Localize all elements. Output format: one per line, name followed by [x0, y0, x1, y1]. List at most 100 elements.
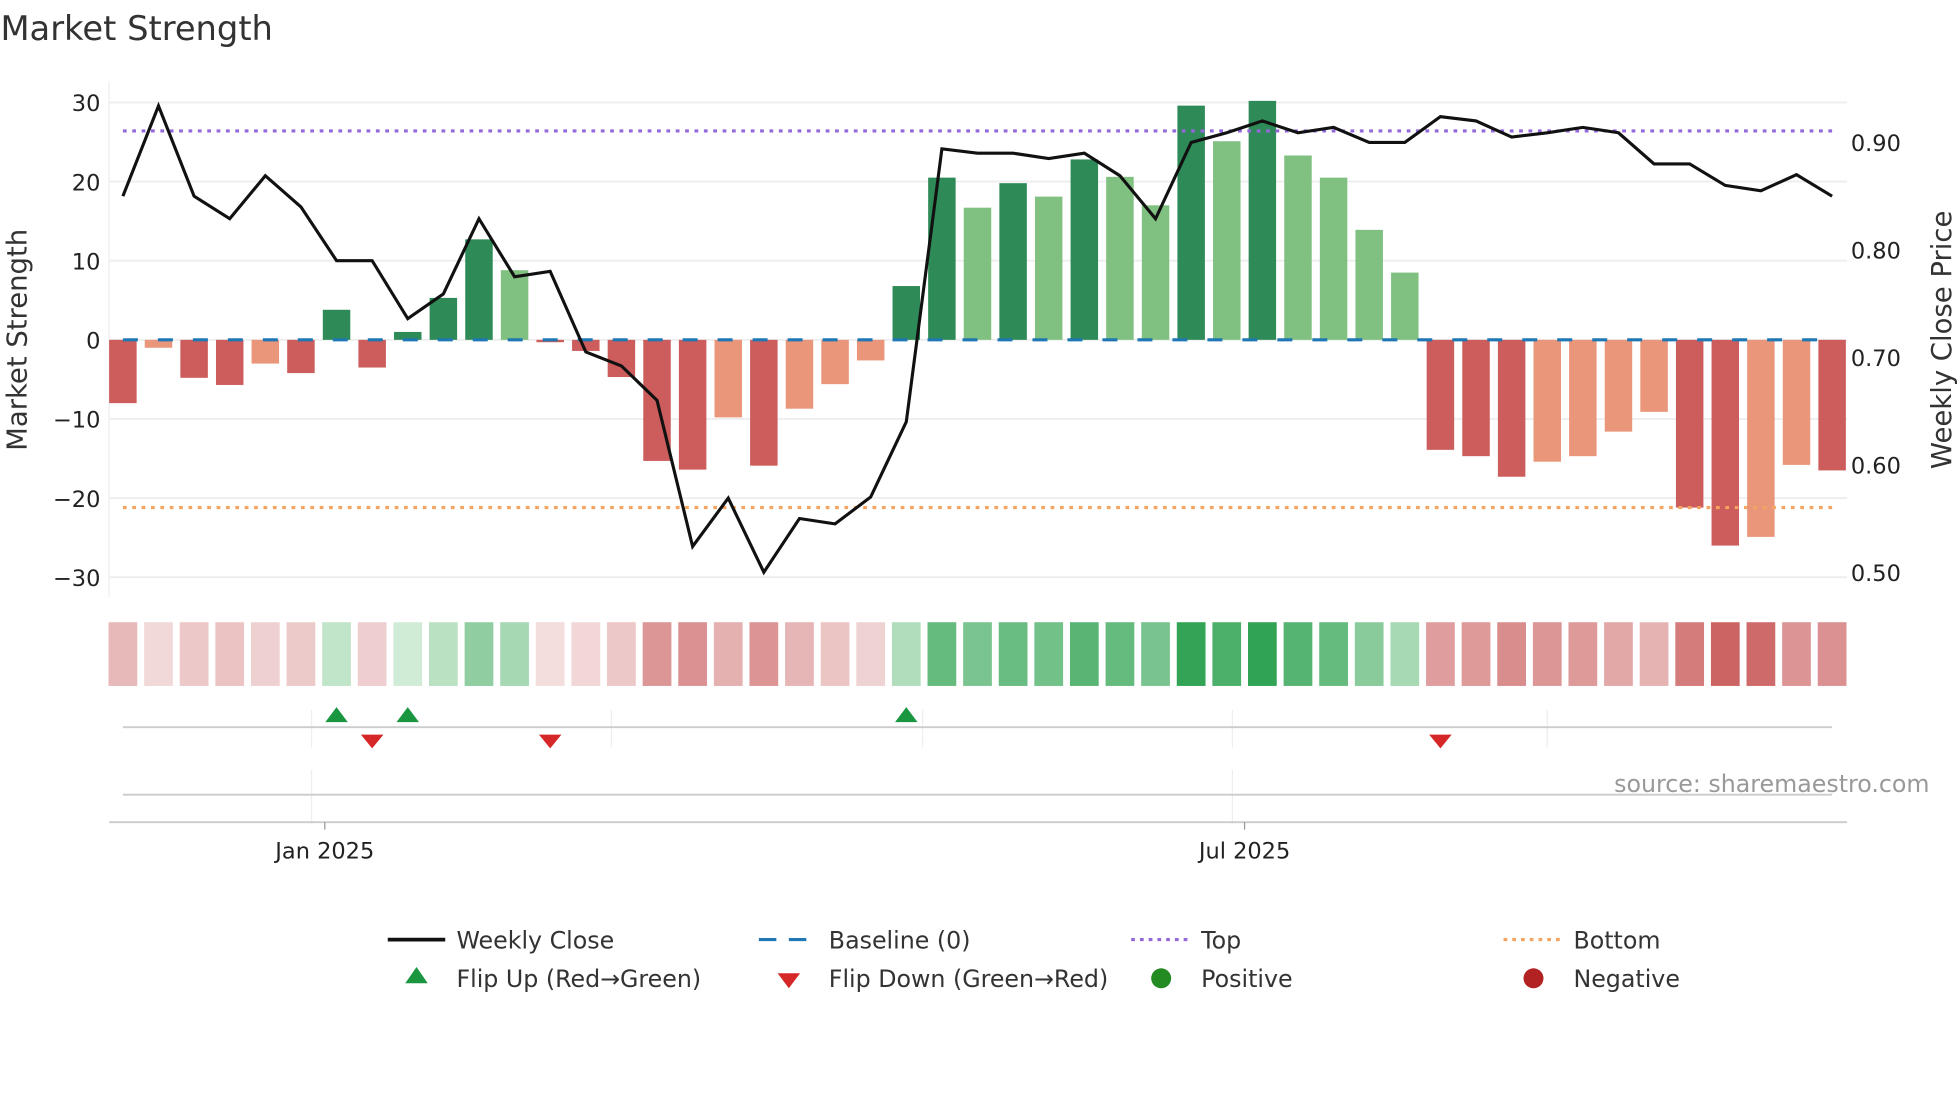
strength-bar	[1604, 339, 1633, 432]
heat-cell	[108, 622, 138, 686]
heat-cell	[1069, 622, 1099, 686]
strength-bar	[678, 339, 707, 470]
strength-bar	[1640, 339, 1668, 412]
heat-cell	[464, 622, 494, 686]
strength-bar	[1106, 176, 1134, 340]
strength-bar	[1711, 339, 1740, 546]
heat-cell	[927, 622, 957, 686]
heat-cell	[429, 622, 458, 686]
heat-cell	[1710, 622, 1740, 686]
legend-flip-up: Flip Up (Red→Green)	[456, 965, 701, 993]
legend-negative-icon	[1523, 968, 1544, 989]
heat-cell	[1390, 622, 1420, 686]
heat-cell	[820, 622, 850, 686]
x-tick-label: Jan 2025	[273, 838, 374, 864]
strength-bar	[999, 183, 1027, 340]
y2-tick-label: 0.80	[1851, 239, 1901, 265]
strength-bar	[251, 339, 280, 364]
legend-weekly-close: Weekly Close	[456, 926, 614, 954]
y-tick-label: 0	[86, 329, 100, 355]
strength-bar	[1497, 339, 1526, 477]
strength-bar	[109, 339, 137, 404]
strength-bar	[1070, 159, 1099, 340]
heat-cell	[571, 622, 601, 686]
heat-cell	[785, 622, 814, 686]
y-tick-label: −10	[53, 408, 100, 434]
strength-bar	[1569, 339, 1597, 457]
strength-bar	[1533, 339, 1561, 462]
strength-bar	[785, 339, 814, 409]
strength-bar	[1141, 205, 1170, 340]
heat-cell	[1034, 622, 1064, 686]
strength-bar	[1818, 339, 1846, 471]
legend-bottom: Bottom	[1573, 926, 1660, 954]
strength-bar	[322, 309, 351, 340]
y-tick-label: 30	[72, 91, 101, 117]
y2-tick-label: 0.50	[1851, 561, 1901, 587]
heat-cell	[1817, 622, 1847, 686]
strength-bar	[429, 297, 458, 340]
flip-up-marker	[325, 707, 348, 723]
legend-negative: Negative	[1573, 965, 1679, 993]
heat-cell	[322, 622, 351, 686]
heat-cell	[1497, 622, 1527, 686]
heat-cell	[1176, 622, 1206, 686]
strength-bar	[180, 339, 208, 378]
heat-cell	[1532, 622, 1562, 686]
strength-bar	[1747, 339, 1775, 537]
strength-bar	[892, 286, 921, 340]
strength-bar	[1355, 229, 1383, 340]
strength-bar	[821, 339, 849, 385]
strength-bar	[1284, 155, 1312, 340]
source-label: source: sharemaestro.com	[1614, 770, 1929, 798]
strength-bar	[500, 270, 529, 340]
legend-flip-down-icon	[777, 973, 801, 989]
legend-flip-down: Flip Down (Green→Red)	[829, 965, 1108, 993]
strength-bar	[714, 339, 742, 418]
heat-cell	[1746, 622, 1776, 686]
strength-bar	[856, 339, 885, 361]
heat-cell	[998, 622, 1028, 686]
heat-cell	[215, 622, 245, 686]
strength-bar	[215, 339, 244, 385]
strength-bar	[750, 339, 778, 466]
heat-cell	[891, 622, 921, 686]
chart-title: Market Strength	[0, 9, 272, 48]
heat-cell	[1105, 622, 1135, 686]
strength-bar	[1426, 339, 1455, 450]
flip-up-marker	[895, 707, 918, 723]
y2-tick-label: 0.60	[1851, 454, 1901, 480]
flip-down-marker	[1429, 734, 1452, 749]
heat-cell	[1283, 622, 1313, 686]
heat-cell	[713, 622, 743, 686]
y-tick-label: 10	[72, 249, 101, 275]
strength-bar	[928, 177, 956, 340]
heat-cell	[1568, 622, 1598, 686]
y2-tick-label: 0.90	[1851, 131, 1901, 157]
heat-cell	[1354, 622, 1384, 686]
flip-down-marker	[360, 734, 384, 749]
heat-cell	[1212, 622, 1242, 686]
strength-bar	[1782, 339, 1811, 465]
heat-cell	[393, 622, 423, 686]
heat-cell	[179, 622, 209, 686]
heat-cell	[500, 622, 529, 686]
heat-cell	[1141, 622, 1170, 686]
strength-bar	[465, 239, 493, 340]
legend-flip-up-icon	[405, 967, 428, 984]
strength-bar	[1462, 339, 1490, 457]
heat-cell	[535, 622, 565, 686]
y-tick-label: 20	[72, 170, 101, 196]
legend-positive: Positive	[1201, 965, 1292, 993]
heat-cell	[749, 622, 779, 686]
strength-bar	[1213, 141, 1241, 340]
legend-top: Top	[1200, 926, 1241, 954]
heat-cell	[642, 622, 672, 686]
strength-bar	[1034, 196, 1063, 340]
strength-bar	[358, 339, 386, 368]
heat-cell	[607, 622, 636, 686]
y-tick-label: −20	[53, 487, 100, 513]
strength-bar	[1675, 339, 1704, 508]
heat-cell	[1675, 622, 1705, 686]
y2-tick-label: 0.70	[1851, 346, 1901, 372]
